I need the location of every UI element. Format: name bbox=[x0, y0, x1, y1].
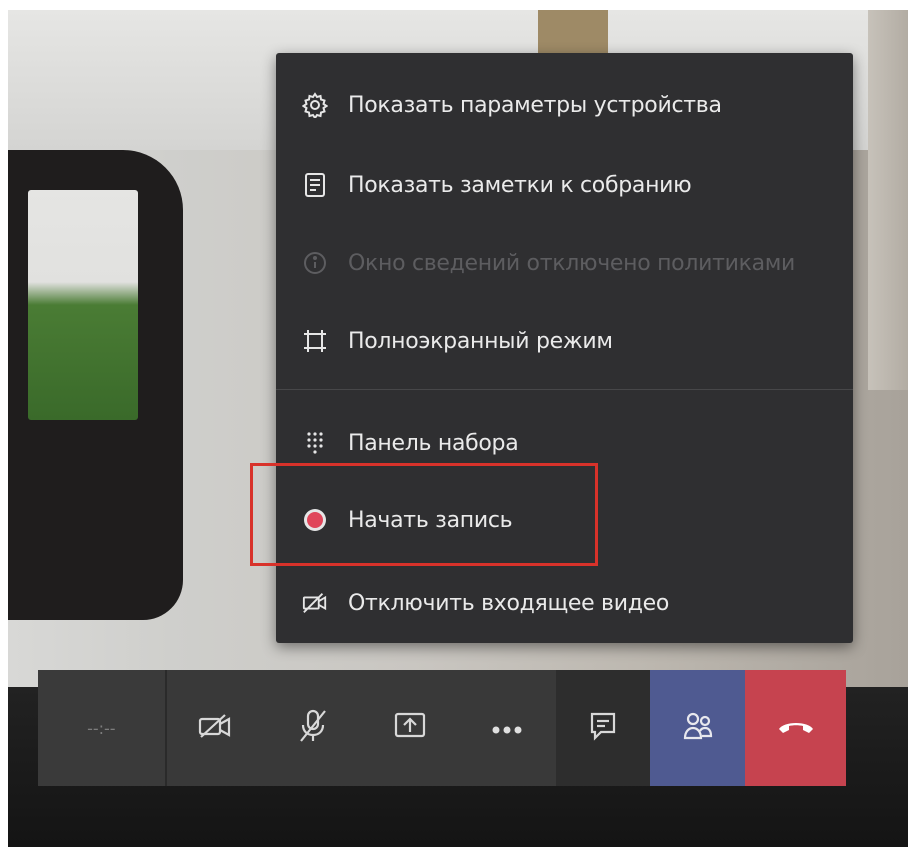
fullscreen-icon bbox=[302, 328, 328, 354]
menu-separator bbox=[276, 389, 853, 390]
menu-item-device-settings[interactable]: Показать параметры устройства bbox=[276, 75, 853, 135]
menu-item-meeting-notes[interactable]: Показать заметки к собранию bbox=[276, 155, 853, 215]
video-cabinet bbox=[868, 10, 908, 390]
call-controls bbox=[166, 670, 556, 786]
menu-item-label: Показать заметки к собранию bbox=[348, 172, 692, 198]
share-screen-icon bbox=[393, 710, 427, 746]
camera-toggle-button[interactable] bbox=[167, 670, 264, 786]
mic-toggle-button[interactable] bbox=[264, 670, 361, 786]
hang-up-icon bbox=[777, 717, 815, 739]
notes-icon bbox=[302, 172, 328, 198]
call-toolbar: --:-- bbox=[38, 670, 846, 786]
video-off-icon bbox=[302, 590, 328, 616]
share-screen-button[interactable] bbox=[361, 670, 458, 786]
gear-icon bbox=[302, 92, 328, 118]
mic-off-icon bbox=[297, 708, 329, 748]
menu-item-label: Полноэкранный режим bbox=[348, 328, 613, 354]
menu-item-fullscreen[interactable]: Полноэкранный режим bbox=[276, 311, 853, 371]
menu-item-info-pane-disabled: Окно сведений отключено политиками bbox=[276, 233, 853, 293]
call-timer: --:-- bbox=[38, 670, 167, 786]
highlight-box bbox=[250, 463, 598, 566]
call-timer-text: --:-- bbox=[87, 718, 116, 738]
menu-item-label: Отключить входящее видео bbox=[348, 590, 670, 616]
more-options-icon bbox=[492, 719, 522, 738]
dialpad-icon bbox=[302, 430, 328, 456]
hang-up-button[interactable] bbox=[745, 670, 846, 786]
menu-item-label: Показать параметры устройства bbox=[348, 92, 722, 118]
camera-off-icon bbox=[197, 712, 233, 744]
chat-button[interactable] bbox=[555, 670, 651, 786]
chat-icon bbox=[589, 711, 617, 745]
info-icon bbox=[302, 250, 328, 276]
participants-button[interactable] bbox=[650, 670, 746, 786]
menu-item-label: Окно сведений отключено политиками bbox=[348, 250, 796, 276]
more-options-button[interactable] bbox=[458, 670, 555, 786]
participants-icon bbox=[683, 710, 713, 746]
video-monitor bbox=[28, 190, 138, 420]
menu-item-turn-off-incoming-video[interactable]: Отключить входящее видео bbox=[276, 573, 853, 633]
menu-item-label: Панель набора bbox=[348, 430, 519, 456]
